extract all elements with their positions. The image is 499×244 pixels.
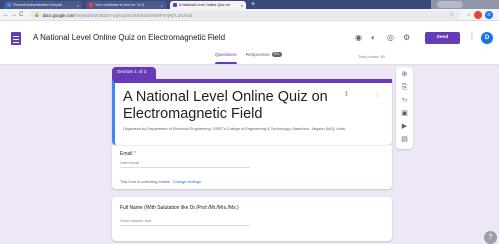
url-input[interactable]: 🔒 docs.google.com/forms/d/1WU0DUt7-yQsxQ… <box>30 11 460 19</box>
document-title[interactable]: A National Level Online Quiz on Electrom… <box>33 33 225 42</box>
tab-favicon-icon <box>173 3 177 7</box>
move-to-folder-icon[interactable]: 🗀 <box>198 33 206 43</box>
more-options-icon[interactable]: ⋮ <box>468 32 476 41</box>
tab-close-icon[interactable]: × <box>77 3 79 8</box>
section-label: Section 1 of 3 <box>112 67 156 79</box>
full-name-question-label: Full Name (With Salutation like Dr./Prof… <box>120 205 239 211</box>
preview-eye-icon[interactable]: ◎ <box>387 33 394 43</box>
url-text: docs.google.com/forms/d/1WU0DUt7-yQsxQOC… <box>42 12 192 18</box>
browser-tab-firewall[interactable]: Firewall Authentication Keepali × <box>4 1 82 9</box>
palette-icon[interactable]: ◐ <box>371 33 376 43</box>
profile-avatar[interactable]: D <box>485 11 493 19</box>
window-controls <box>431 0 499 9</box>
lock-icon: 🔒 <box>34 12 40 17</box>
browser-tab-quiz[interactable]: A National Level Online Quiz on × <box>170 1 246 9</box>
short-answer-placeholder: Short answer text <box>120 218 152 223</box>
short-answer-underline <box>120 225 250 226</box>
section-more-icon[interactable]: ⋮ <box>375 92 381 98</box>
form-description[interactable]: Organised by Department of Electrical En… <box>123 126 378 132</box>
email-placeholder: Valid email <box>120 160 140 165</box>
tab-title: Your certificate is here for "A Q <box>95 3 144 7</box>
change-settings-link[interactable]: Change settings <box>173 179 201 184</box>
forms-header: A National Level Online Quiz on Electrom… <box>0 21 499 65</box>
form-title[interactable]: A National Level Online Quiz on Electrom… <box>123 89 333 123</box>
browser-tab-certificate[interactable]: Your certificate is here for "A Q × <box>86 1 166 9</box>
back-icon[interactable]: ← <box>3 11 9 19</box>
add-question-icon[interactable]: ⊕ <box>396 71 413 79</box>
collapse-section-icon[interactable]: ⁑ <box>345 92 348 98</box>
add-image-icon[interactable]: ▣ <box>396 110 413 118</box>
reload-icon[interactable]: C <box>19 11 23 19</box>
help-icon[interactable]: ? <box>484 231 497 244</box>
new-tab-button[interactable]: + <box>249 1 257 8</box>
add-video-icon[interactable]: ▶ <box>396 123 413 131</box>
email-question-card[interactable]: Email * Valid email This form is collect… <box>112 145 392 189</box>
tab-title: Firewall Authentication Keepali <box>13 3 62 7</box>
google-forms-logo-icon[interactable] <box>11 32 21 45</box>
tab-questions[interactable]: Questions <box>215 52 237 64</box>
tab-responses[interactable]: Responses 201 <box>246 52 282 64</box>
email-collection-note: This form is collecting emails. Change se… <box>120 179 201 184</box>
tab-title: A National Level Online Quiz on <box>179 3 230 7</box>
tab-favicon-icon <box>89 3 93 7</box>
tab-close-icon[interactable]: × <box>161 3 163 8</box>
add-title-icon[interactable]: Tт <box>396 97 413 105</box>
form-tabs: Questions Responses 201 <box>215 52 282 64</box>
star-icon[interactable]: ☆ <box>209 33 216 43</box>
total-points: Total points: 90 <box>358 54 385 59</box>
address-bar: ← → C 🔒 docs.google.com/forms/d/1WU0DUt7… <box>0 9 499 21</box>
add-section-icon[interactable]: ▤ <box>396 136 413 144</box>
form-title-card[interactable]: A National Level Online Quiz on Electrom… <box>112 79 392 145</box>
browser-tab-strip: Firewall Authentication Keepali × Your c… <box>0 0 499 9</box>
responses-count-badge: 201 <box>271 52 282 57</box>
forward-icon[interactable]: → <box>11 11 17 19</box>
email-question-label: Email * <box>120 151 136 157</box>
profile-red-icon[interactable] <box>474 11 482 19</box>
tab-favicon-icon <box>7 3 11 7</box>
email-field-underline <box>120 167 250 168</box>
send-button[interactable]: Send <box>425 32 460 44</box>
settings-gear-icon[interactable]: ⚙ <box>403 33 410 43</box>
tab-close-icon[interactable]: × <box>241 3 243 8</box>
extension-icon[interactable]: ☆ <box>465 11 473 19</box>
bookmark-star-icon[interactable]: ☆ <box>450 12 454 18</box>
full-name-question-card[interactable]: Full Name (With Salutation like Dr./Prof… <box>112 197 392 241</box>
import-questions-icon[interactable]: ⎘ <box>396 84 413 92</box>
side-toolbar: ⊕ ⎘ Tт ▣ ▶ ▤ <box>396 67 413 149</box>
account-avatar[interactable]: D <box>481 32 493 44</box>
addon-icon[interactable]: ◉ <box>355 33 362 43</box>
